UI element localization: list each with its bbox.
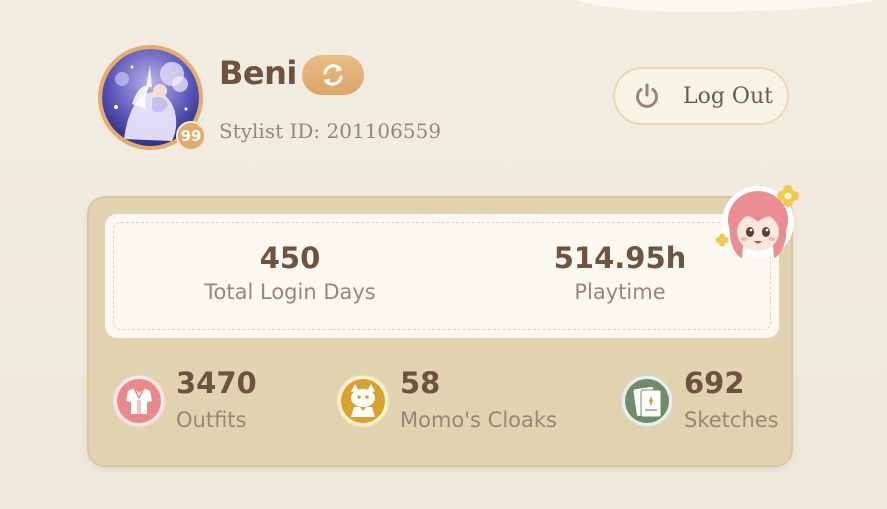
outfits-stat: 3470 Outfits bbox=[112, 366, 312, 446]
level-badge: 99 bbox=[176, 121, 206, 151]
cloaks-stat: 58 Momo's Cloaks bbox=[336, 366, 576, 446]
summary-card: 450 Total Login Days 514.95h Playtime bbox=[105, 214, 779, 338]
login-days-label: Total Login Days bbox=[204, 280, 376, 304]
switch-account-button[interactable] bbox=[302, 55, 364, 95]
playtime-stat: 514.95h Playtime bbox=[515, 240, 725, 308]
playtime-value: 514.95h bbox=[553, 241, 687, 275]
login-days-stat: 450 Total Login Days bbox=[175, 240, 405, 308]
mascot-girl-icon bbox=[715, 185, 799, 258]
cloaks-label: Momo's Cloaks bbox=[400, 408, 557, 432]
stylist-id: Stylist ID: 201106559 bbox=[219, 119, 442, 143]
momo-cloak-icon bbox=[336, 374, 390, 428]
profile-page: 99 Beni Stylist ID: 201106559 Log Out 45… bbox=[0, 0, 887, 509]
playtime-label: Playtime bbox=[574, 280, 666, 304]
torn-paper-decoration bbox=[560, 0, 887, 12]
outfits-label: Outfits bbox=[176, 408, 247, 432]
logout-button[interactable]: Log Out bbox=[613, 67, 789, 125]
logout-label: Log Out bbox=[683, 83, 773, 109]
sketches-label: Sketches bbox=[684, 408, 779, 432]
login-days-value: 450 bbox=[259, 241, 321, 275]
username: Beni bbox=[219, 54, 297, 92]
sketch-icon bbox=[620, 374, 674, 428]
outfit-icon bbox=[112, 374, 166, 428]
sketches-value: 692 bbox=[684, 366, 745, 400]
cloaks-value: 58 bbox=[400, 366, 441, 400]
power-icon bbox=[636, 83, 658, 108]
refresh-icon bbox=[323, 64, 343, 86]
stats-panel: 450 Total Login Days 514.95h Playtime 34… bbox=[87, 196, 793, 467]
outfits-value: 3470 bbox=[176, 366, 257, 400]
sketches-stat: 692 Sketches bbox=[620, 366, 790, 446]
